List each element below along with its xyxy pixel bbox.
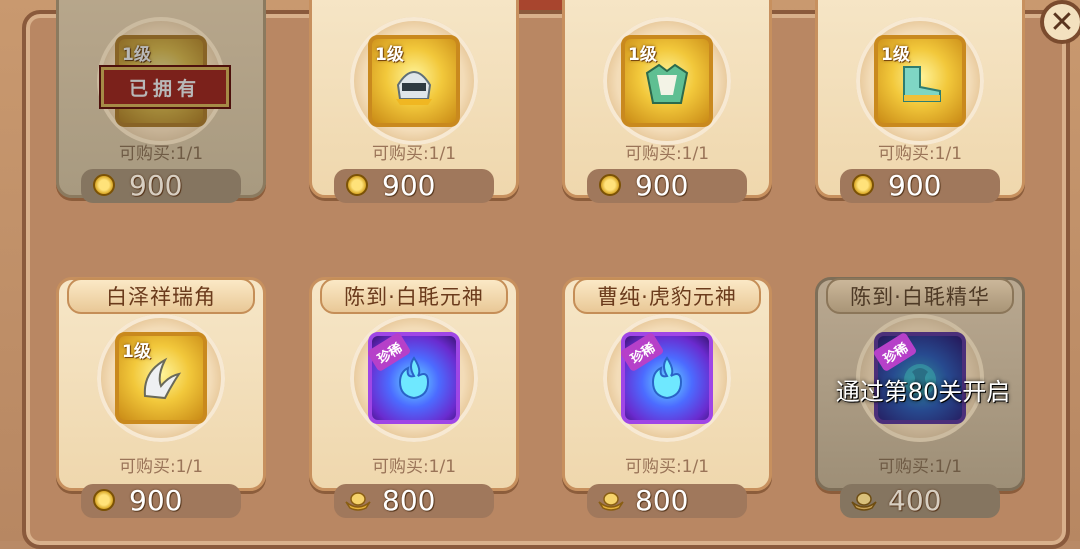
item-medallion: 1级 <box>856 17 984 145</box>
item-name: 白泽祥瑞角 <box>67 278 255 314</box>
buy-button[interactable]: 900 <box>81 169 241 203</box>
shop-item-card[interactable]: 1级 可购买:1/1 900 <box>309 0 519 198</box>
armor-icon <box>641 55 693 107</box>
horn-icon <box>135 352 187 404</box>
spirit-flame-icon <box>641 352 693 404</box>
buy-button[interactable]: 900 <box>840 169 1000 203</box>
shop-item-card[interactable]: 陈到·白毦精华 珍稀 通过第80关开启 可购买:1/1 400 <box>815 277 1025 491</box>
item-name: 曹纯·虎豹元神 <box>573 278 761 314</box>
close-button[interactable]: ✕ <box>1040 0 1080 44</box>
item-icon: 珍稀 <box>621 332 713 424</box>
price-value: 800 <box>635 484 688 518</box>
coin-icon <box>852 174 874 196</box>
purchase-limit: 可购买:1/1 <box>59 452 263 477</box>
purchase-limit: 可购买:1/1 <box>312 139 516 164</box>
price-value: 800 <box>382 484 435 518</box>
item-icon: 1级 <box>621 35 713 127</box>
price-value: 900 <box>129 169 182 203</box>
item-name: 陈到·白毦精华 <box>826 278 1014 314</box>
purchase-limit: 可购买:1/1 <box>818 139 1022 164</box>
buy-button[interactable]: 800 <box>587 484 747 518</box>
shop-item-card[interactable]: 1级 可购买:1/1 900 <box>562 0 772 198</box>
item-icon: 1级 <box>115 332 207 424</box>
buy-button[interactable]: 900 <box>81 484 241 518</box>
purchase-limit: 可购买:1/1 <box>565 452 769 477</box>
item-icon: 珍稀 <box>368 332 460 424</box>
owned-stamp: 已拥有 <box>101 67 229 107</box>
helmet-icon <box>388 55 440 107</box>
purchase-limit: 可购买:1/1 <box>312 452 516 477</box>
spirit-flame-icon <box>388 352 440 404</box>
shop-item-card[interactable]: 白泽祥瑞角 1级 可购买:1/1 900 <box>56 277 266 491</box>
buy-button[interactable]: 900 <box>334 169 494 203</box>
close-icon: ✕ <box>1049 5 1074 40</box>
coin-icon <box>599 174 621 196</box>
coin-icon <box>93 174 115 196</box>
price-value: 900 <box>129 484 182 518</box>
purchase-limit: 可购买:1/1 <box>818 452 1022 477</box>
item-medallion: 珍稀 <box>350 314 478 442</box>
unlock-condition: 通过第80关开启 <box>798 372 1048 407</box>
item-medallion: 1级 已拥有 <box>97 17 225 145</box>
ingot-icon <box>344 490 372 512</box>
price-value: 400 <box>888 484 941 518</box>
coin-icon <box>346 174 368 196</box>
ingot-icon <box>850 490 878 512</box>
ingot-icon <box>597 490 625 512</box>
item-medallion: 1级 <box>97 314 225 442</box>
buy-button[interactable]: 900 <box>587 169 747 203</box>
shop-item-card[interactable]: 1级 已拥有 可购买:1/1 900 <box>56 0 266 198</box>
item-icon: 1级 <box>874 35 966 127</box>
item-medallion: 珍稀 <box>603 314 731 442</box>
item-icon: 1级 已拥有 <box>115 35 207 127</box>
price-value: 900 <box>888 169 941 203</box>
shop-item-card[interactable]: 曹纯·虎豹元神 珍稀 可购买:1/1 800 <box>562 277 772 491</box>
purchase-limit: 可购买:1/1 <box>565 139 769 164</box>
shop-panel: 1级 已拥有 可购买:1/1 900 1级 <box>22 10 1070 549</box>
item-medallion: 1级 <box>603 17 731 145</box>
coin-icon <box>93 489 115 511</box>
price-value: 900 <box>382 169 435 203</box>
buy-button[interactable]: 400 <box>840 484 1000 518</box>
item-medallion: 1级 <box>350 17 478 145</box>
purchase-limit: 可购买:1/1 <box>59 139 263 164</box>
shop-item-card[interactable]: 1级 可购买:1/1 900 <box>815 0 1025 198</box>
shop-item-card[interactable]: 陈到·白毦元神 珍稀 可购买:1/1 800 <box>309 277 519 491</box>
item-icon: 1级 <box>368 35 460 127</box>
item-name: 陈到·白毦元神 <box>320 278 508 314</box>
buy-button[interactable]: 800 <box>334 484 494 518</box>
boots-icon <box>894 55 946 107</box>
price-value: 900 <box>635 169 688 203</box>
